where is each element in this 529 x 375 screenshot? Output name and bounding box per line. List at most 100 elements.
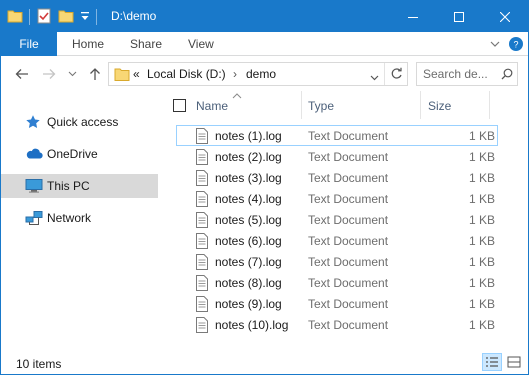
toolbar-divider (96, 9, 97, 25)
column-divider[interactable] (301, 91, 302, 119)
help-icon: ? (513, 40, 518, 50)
file-type: Text Document (308, 234, 389, 248)
file-row[interactable]: notes (4).log Text Document 1 KB (176, 188, 498, 209)
expand-ribbon-button[interactable] (488, 37, 502, 51)
nav-item-quick-access[interactable]: Quick access (1, 110, 158, 134)
up-button[interactable] (87, 66, 103, 82)
select-all-checkbox[interactable] (173, 99, 186, 112)
file-row[interactable]: notes (10).log Text Document 1 KB (176, 314, 498, 335)
file-size: 1 KB (468, 192, 495, 206)
properties-check-icon[interactable] (36, 8, 52, 27)
chevron-down-icon (490, 41, 500, 47)
minimize-button[interactable] (390, 1, 436, 32)
details-view-button[interactable] (482, 353, 502, 371)
file-row[interactable]: notes (2).log Text Document 1 KB (176, 146, 498, 167)
breadcrumb-local-disk[interactable]: Local Disk (D:) (147, 67, 226, 81)
file-name: notes (2).log (215, 150, 282, 164)
address-bar[interactable]: « Local Disk (D:) › demo (108, 62, 408, 86)
file-size: 1 KB (468, 255, 495, 269)
recent-locations-chevron-icon (68, 71, 76, 77)
column-divider[interactable] (420, 91, 421, 119)
tab-view[interactable]: View (188, 32, 214, 56)
forward-arrow-icon (43, 69, 56, 79)
customize-dropdown-icon[interactable] (80, 10, 90, 25)
file-type: Text Document (308, 150, 389, 164)
column-header-type[interactable]: Type (308, 99, 334, 113)
file-type: Text Document (308, 171, 389, 185)
file-name: notes (6).log (215, 234, 282, 248)
breadcrumb-demo[interactable]: demo (246, 67, 276, 81)
file-row[interactable]: notes (6).log Text Document 1 KB (176, 230, 498, 251)
file-size: 1 KB (468, 129, 495, 143)
file-name: notes (3).log (215, 171, 282, 185)
file-row[interactable]: notes (9).log Text Document 1 KB (176, 293, 498, 314)
column-divider[interactable] (489, 91, 490, 119)
back-button[interactable] (14, 66, 30, 82)
maximize-button[interactable] (436, 1, 482, 32)
tab-share[interactable]: Share (130, 32, 162, 56)
close-button[interactable] (482, 1, 528, 32)
breadcrumb-separator[interactable]: › (233, 67, 237, 81)
folder-icon[interactable] (7, 9, 23, 26)
file-type: Text Document (308, 318, 389, 332)
file-row[interactable]: notes (1).log Text Document 1 KB (176, 125, 498, 146)
nav-item-label: Quick access (47, 115, 119, 129)
column-header-row: Name Type Size (164, 91, 516, 119)
file-row[interactable]: notes (3).log Text Document 1 KB (176, 167, 498, 188)
file-type: Text Document (308, 129, 389, 143)
text-file-icon (195, 317, 209, 333)
file-row[interactable]: notes (5).log Text Document 1 KB (176, 209, 498, 230)
file-type: Text Document (308, 276, 389, 290)
help-button[interactable]: ? (509, 37, 523, 51)
address-overflow[interactable]: « (133, 67, 140, 81)
navigation-bar: « Local Disk (D:) › demo (1, 57, 528, 91)
file-row[interactable]: notes (7).log Text Document 1 KB (176, 251, 498, 272)
file-list: Name Type Size notes (1).log Text Docume… (164, 91, 516, 347)
search-box[interactable] (416, 62, 518, 86)
text-file-icon (195, 254, 209, 270)
quick-access-toolbar (7, 7, 97, 27)
star-icon (25, 114, 43, 130)
search-icon[interactable] (501, 68, 513, 83)
minimize-icon (408, 16, 418, 18)
file-type: Text Document (308, 192, 389, 206)
title-bar: D:\demo (1, 1, 528, 32)
address-dropdown-button[interactable] (370, 70, 379, 84)
svg-text:?: ? (513, 40, 518, 50)
tab-file[interactable]: File (1, 32, 57, 56)
tab-home[interactable]: Home (72, 32, 104, 56)
vertical-scrollbar[interactable] (516, 91, 528, 347)
cloud-icon (25, 146, 43, 162)
network-icon (25, 210, 43, 226)
column-header-size[interactable]: Size (428, 99, 451, 113)
file-name: notes (8).log (215, 276, 282, 290)
nav-item-network[interactable]: Network (1, 206, 158, 230)
file-name: notes (4).log (215, 192, 282, 206)
search-input[interactable] (423, 66, 497, 82)
column-header-name[interactable]: Name (196, 99, 228, 113)
address-divider (384, 63, 385, 85)
text-file-icon (195, 233, 209, 249)
text-file-icon (195, 296, 209, 312)
up-arrow-icon (90, 68, 100, 80)
forward-button[interactable] (41, 66, 57, 82)
close-icon (500, 11, 510, 22)
file-row[interactable]: notes (8).log Text Document 1 KB (176, 272, 498, 293)
file-size: 1 KB (468, 150, 495, 164)
new-folder-icon[interactable] (58, 9, 74, 26)
nav-item-this-pc[interactable]: This PC (1, 174, 158, 198)
file-type: Text Document (308, 213, 389, 227)
refresh-button[interactable] (390, 67, 403, 83)
large-icons-view-icon (507, 356, 521, 368)
recent-locations-button[interactable] (67, 66, 77, 82)
large-icons-view-button[interactable] (504, 353, 524, 371)
nav-item-onedrive[interactable]: OneDrive (1, 142, 158, 166)
monitor-icon (25, 178, 43, 194)
file-name: notes (1).log (215, 129, 282, 143)
toolbar-divider (29, 9, 30, 25)
folder-icon (114, 66, 130, 85)
nav-item-label: OneDrive (47, 147, 98, 161)
text-file-icon (195, 170, 209, 186)
nav-item-label: Network (47, 211, 92, 225)
file-name: notes (7).log (215, 255, 282, 269)
